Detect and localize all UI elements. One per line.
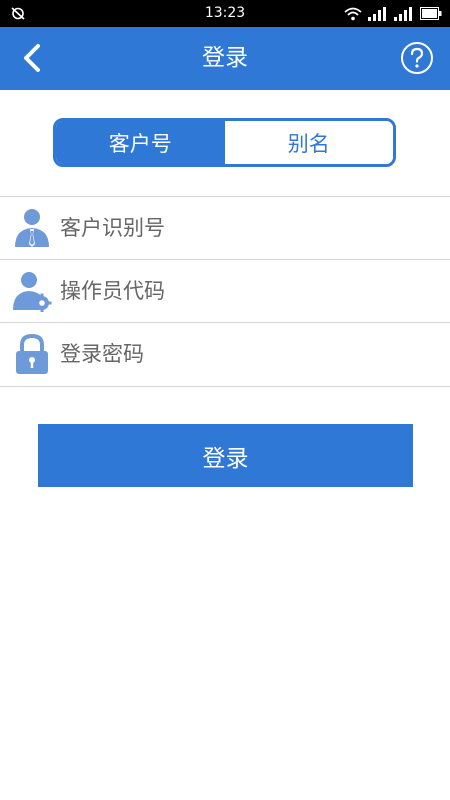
status-bar: 13:23 (0, 0, 450, 27)
battery-icon (420, 7, 442, 20)
password-input[interactable] (60, 323, 430, 385)
operator-code-input[interactable] (60, 260, 430, 322)
signal-icon (368, 6, 386, 21)
tab-alias[interactable]: 别名 (224, 121, 393, 164)
user-gear-icon (13, 272, 52, 312)
signal-icon (394, 6, 412, 21)
operator-code-row (0, 259, 450, 322)
divider (0, 386, 450, 387)
wifi-icon (344, 7, 362, 20)
customer-id-row (0, 196, 450, 259)
user-icon (15, 209, 49, 247)
page-title: 登录 (202, 45, 248, 71)
login-type-toggle: 客户号 别名 (53, 118, 396, 167)
app-header: 登录 (0, 27, 450, 90)
customer-id-input[interactable] (60, 197, 430, 259)
login-button[interactable]: 登录 (38, 424, 413, 487)
tab-customer-number[interactable]: 客户号 (56, 121, 225, 164)
lock-icon (16, 333, 48, 374)
password-row (0, 322, 450, 385)
help-circle-icon[interactable] (400, 41, 434, 75)
